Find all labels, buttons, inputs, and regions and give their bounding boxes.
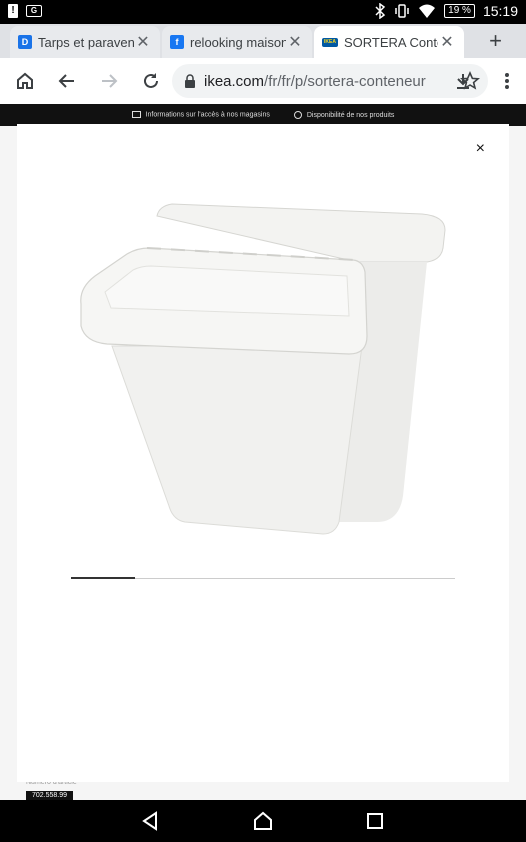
- recents-icon[interactable]: [364, 810, 386, 832]
- system-nav-bar: [0, 800, 526, 842]
- url-host: ikea.com: [204, 72, 265, 90]
- lock-icon[interactable]: [184, 74, 196, 88]
- store-info-bar: Informations sur l'accès à nos magasins …: [0, 104, 526, 126]
- info-icon: [293, 111, 302, 119]
- back-triangle-icon[interactable]: [140, 810, 162, 832]
- home-nav-icon[interactable]: [252, 810, 274, 832]
- tab-title: Tarps et paravent: [38, 34, 134, 50]
- store-access-link[interactable]: Informations sur l'accès à nos magasins: [131, 111, 270, 119]
- carousel-active-segment: [71, 577, 135, 579]
- carousel-indicator[interactable]: [71, 577, 455, 579]
- wifi-icon: [419, 4, 436, 18]
- bluetooth-icon: [375, 3, 386, 19]
- tab-tarps[interactable]: D Tarps et paravent ✕: [10, 26, 160, 58]
- tab-strip: D Tarps et paravent ✕ f relooking maison…: [0, 24, 526, 58]
- download-icon[interactable]: [450, 68, 476, 94]
- image-modal: ×: [17, 124, 509, 782]
- facebook-icon: f: [170, 35, 184, 49]
- back-icon[interactable]: [54, 68, 80, 94]
- article-number: 702.558.99: [26, 791, 74, 800]
- store-access-label: Informations sur l'accès à nos magasins: [145, 111, 270, 119]
- battery-level: 19 %: [448, 5, 471, 16]
- availability-link[interactable]: Disponibilité de nos produits: [293, 111, 395, 119]
- forward-icon[interactable]: [96, 68, 122, 94]
- url-text[interactable]: ikea.com/fr/fr/p/sortera-conteneur: [204, 73, 460, 90]
- gmail-icon: G: [26, 5, 42, 17]
- status-bar: ! G 19 % 15:19: [0, 0, 526, 24]
- browser-toolbar: ikea.com/fr/fr/p/sortera-conteneur: [0, 58, 526, 104]
- tab-title: relooking maison: [190, 34, 286, 50]
- alert-icon: !: [8, 4, 18, 18]
- ikea-icon: IKEA: [322, 37, 338, 47]
- close-tab-icon[interactable]: ✕: [286, 32, 304, 52]
- address-bar[interactable]: ikea.com/fr/fr/p/sortera-conteneur: [172, 64, 488, 98]
- tab-title: SORTERA Conteneur: [344, 34, 438, 50]
- close-icon[interactable]: ×: [476, 140, 485, 158]
- clock: 15:19: [482, 3, 518, 19]
- home-icon[interactable]: [12, 68, 38, 94]
- battery-icon: 19 %: [444, 4, 475, 18]
- close-tab-icon[interactable]: ✕: [438, 32, 456, 52]
- tab-favicon-icon: D: [18, 35, 32, 49]
- store-icon: [131, 111, 141, 119]
- close-tab-icon[interactable]: ✕: [134, 32, 152, 52]
- availability-label: Disponibilité de nos produits: [306, 111, 395, 119]
- url-path: /fr/fr/p/sortera-conteneur: [264, 72, 426, 90]
- vibrate-icon: [395, 4, 409, 18]
- new-tab-icon[interactable]: +: [489, 28, 502, 54]
- product-image[interactable]: [77, 196, 449, 536]
- tab-sortera[interactable]: IKEA SORTERA Conteneur ✕: [314, 26, 464, 58]
- tab-relooking[interactable]: f relooking maison ✕: [162, 26, 312, 58]
- more-menu-icon[interactable]: [494, 68, 520, 94]
- reload-icon[interactable]: [138, 68, 164, 94]
